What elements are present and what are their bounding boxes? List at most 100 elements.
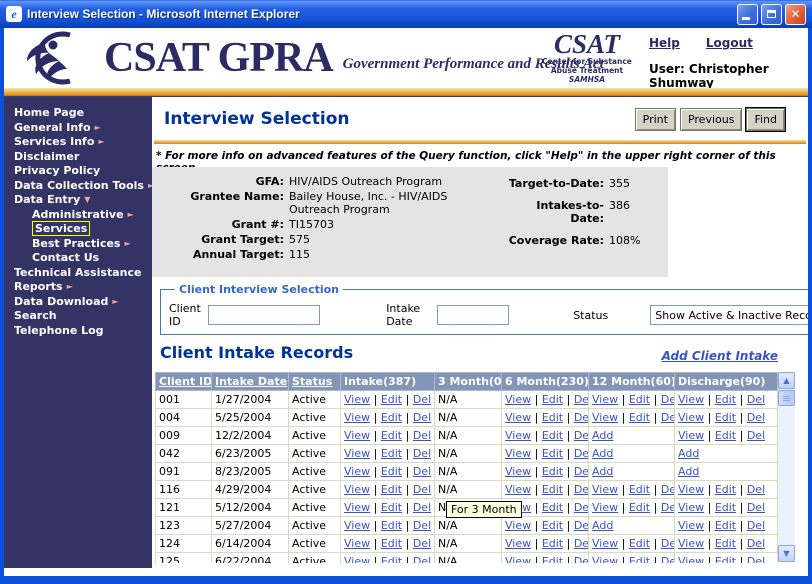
print-button[interactable]: Print bbox=[634, 108, 676, 131]
view-link[interactable]: View bbox=[505, 411, 531, 424]
edit-link[interactable]: Edit bbox=[381, 483, 402, 496]
view-link[interactable]: View bbox=[505, 537, 531, 550]
del-link[interactable]: Del bbox=[413, 483, 431, 496]
del-link[interactable]: Del bbox=[574, 465, 588, 478]
del-link[interactable]: Del bbox=[574, 483, 588, 496]
del-link[interactable]: Del bbox=[574, 555, 588, 563]
sidebar-item-data-collection-tools[interactable]: Data Collection Tools► bbox=[4, 179, 154, 194]
del-link[interactable]: Del bbox=[413, 555, 431, 563]
edit-link[interactable]: Edit bbox=[715, 555, 736, 563]
del-link[interactable]: Del bbox=[661, 555, 674, 563]
del-link[interactable]: Del bbox=[747, 411, 765, 424]
view-link[interactable]: View bbox=[344, 411, 370, 424]
sidebar-item-best-practices[interactable]: Best Practices ► bbox=[4, 237, 152, 252]
help-link[interactable]: Help bbox=[649, 36, 680, 50]
view-link[interactable]: View bbox=[344, 537, 370, 550]
del-link[interactable]: Del bbox=[413, 501, 431, 514]
view-link[interactable]: View bbox=[678, 537, 704, 550]
edit-link[interactable]: Edit bbox=[381, 465, 402, 478]
view-link[interactable]: View bbox=[592, 483, 618, 496]
scrollbar-thumb[interactable] bbox=[778, 390, 795, 406]
view-link[interactable]: View bbox=[592, 501, 618, 514]
sidebar-item-administrative[interactable]: Administrative ► bbox=[4, 208, 152, 223]
sidebar-item-technical-assistance[interactable]: Technical Assistance bbox=[4, 266, 152, 281]
edit-link[interactable]: Edit bbox=[715, 393, 736, 406]
del-link[interactable]: Del bbox=[747, 501, 765, 514]
column-header-status[interactable]: Status bbox=[288, 372, 341, 391]
del-link[interactable]: Del bbox=[661, 393, 674, 406]
edit-link[interactable]: Edit bbox=[629, 483, 650, 496]
edit-link[interactable]: Edit bbox=[715, 537, 736, 550]
del-link[interactable]: Del bbox=[413, 411, 431, 424]
del-link[interactable]: Del bbox=[661, 501, 674, 514]
view-link[interactable]: View bbox=[344, 393, 370, 406]
sidebar-item-general-info[interactable]: General Info ► bbox=[4, 121, 152, 136]
del-link[interactable]: Del bbox=[574, 411, 588, 424]
view-link[interactable]: View bbox=[678, 501, 704, 514]
view-link[interactable]: View bbox=[505, 429, 531, 442]
add-link[interactable]: Add bbox=[678, 465, 699, 478]
sidebar-item-telephone-log[interactable]: Telephone Log bbox=[4, 324, 152, 339]
column-header-intake-date[interactable]: Intake Date bbox=[211, 372, 289, 391]
edit-link[interactable]: Edit bbox=[715, 483, 736, 496]
sidebar-item-search[interactable]: Search bbox=[4, 309, 152, 324]
edit-link[interactable]: Edit bbox=[542, 465, 563, 478]
view-link[interactable]: View bbox=[592, 537, 618, 550]
edit-link[interactable]: Edit bbox=[715, 429, 736, 442]
edit-link[interactable]: Edit bbox=[542, 429, 563, 442]
view-link[interactable]: View bbox=[505, 465, 531, 478]
table-scrollbar[interactable]: ▲ ▼ bbox=[778, 372, 795, 562]
view-link[interactable]: View bbox=[344, 483, 370, 496]
edit-link[interactable]: Edit bbox=[629, 393, 650, 406]
view-link[interactable]: View bbox=[505, 555, 531, 563]
del-link[interactable]: Del bbox=[413, 393, 431, 406]
edit-link[interactable]: Edit bbox=[542, 393, 563, 406]
edit-link[interactable]: Edit bbox=[629, 537, 650, 550]
edit-link[interactable]: Edit bbox=[542, 537, 563, 550]
sidebar-item-services-info[interactable]: Services Info ► bbox=[4, 135, 152, 150]
del-link[interactable]: Del bbox=[413, 447, 431, 460]
edit-link[interactable]: Edit bbox=[381, 411, 402, 424]
view-link[interactable]: View bbox=[505, 519, 531, 532]
status-select[interactable]: Show Active & Inactive Records ▼ bbox=[650, 305, 808, 325]
del-link[interactable]: Del bbox=[574, 429, 588, 442]
view-link[interactable]: View bbox=[678, 519, 704, 532]
del-link[interactable]: Del bbox=[747, 393, 765, 406]
edit-link[interactable]: Edit bbox=[381, 519, 402, 532]
add-link[interactable]: Add bbox=[592, 465, 613, 478]
edit-link[interactable]: Edit bbox=[542, 483, 563, 496]
previous-button[interactable]: Previous bbox=[679, 108, 743, 131]
del-link[interactable]: Del bbox=[747, 555, 765, 563]
view-link[interactable]: View bbox=[344, 555, 370, 563]
edit-link[interactable]: Edit bbox=[381, 447, 402, 460]
edit-link[interactable]: Edit bbox=[715, 411, 736, 424]
del-link[interactable]: Del bbox=[747, 429, 765, 442]
sidebar-item-home-page[interactable]: Home Page bbox=[4, 106, 152, 121]
edit-link[interactable]: Edit bbox=[715, 519, 736, 532]
view-link[interactable]: View bbox=[678, 429, 704, 442]
edit-link[interactable]: Edit bbox=[629, 411, 650, 424]
del-link[interactable]: Del bbox=[413, 519, 431, 532]
view-link[interactable]: View bbox=[592, 393, 618, 406]
view-link[interactable]: View bbox=[678, 393, 704, 406]
add-link[interactable]: Add bbox=[678, 447, 699, 460]
close-button[interactable]: ✕ bbox=[785, 3, 806, 25]
sidebar-item-reports[interactable]: Reports ► bbox=[4, 280, 152, 295]
edit-link[interactable]: Edit bbox=[381, 393, 402, 406]
sidebar-item-services[interactable]: Services bbox=[4, 221, 152, 237]
del-link[interactable]: Del bbox=[574, 537, 588, 550]
del-link[interactable]: Del bbox=[661, 411, 674, 424]
view-link[interactable]: View bbox=[505, 393, 531, 406]
edit-link[interactable]: Edit bbox=[629, 555, 650, 563]
edit-link[interactable]: Edit bbox=[542, 447, 563, 460]
edit-link[interactable]: Edit bbox=[542, 519, 563, 532]
intake-date-input[interactable] bbox=[437, 305, 510, 325]
logout-link[interactable]: Logout bbox=[706, 36, 753, 50]
view-link[interactable]: View bbox=[678, 411, 704, 424]
del-link[interactable]: Del bbox=[661, 483, 674, 496]
del-link[interactable]: Del bbox=[747, 537, 765, 550]
edit-link[interactable]: Edit bbox=[381, 555, 402, 563]
view-link[interactable]: View bbox=[344, 501, 370, 514]
del-link[interactable]: Del bbox=[661, 537, 674, 550]
add-client-intake-link[interactable]: Add Client Intake bbox=[662, 349, 778, 363]
